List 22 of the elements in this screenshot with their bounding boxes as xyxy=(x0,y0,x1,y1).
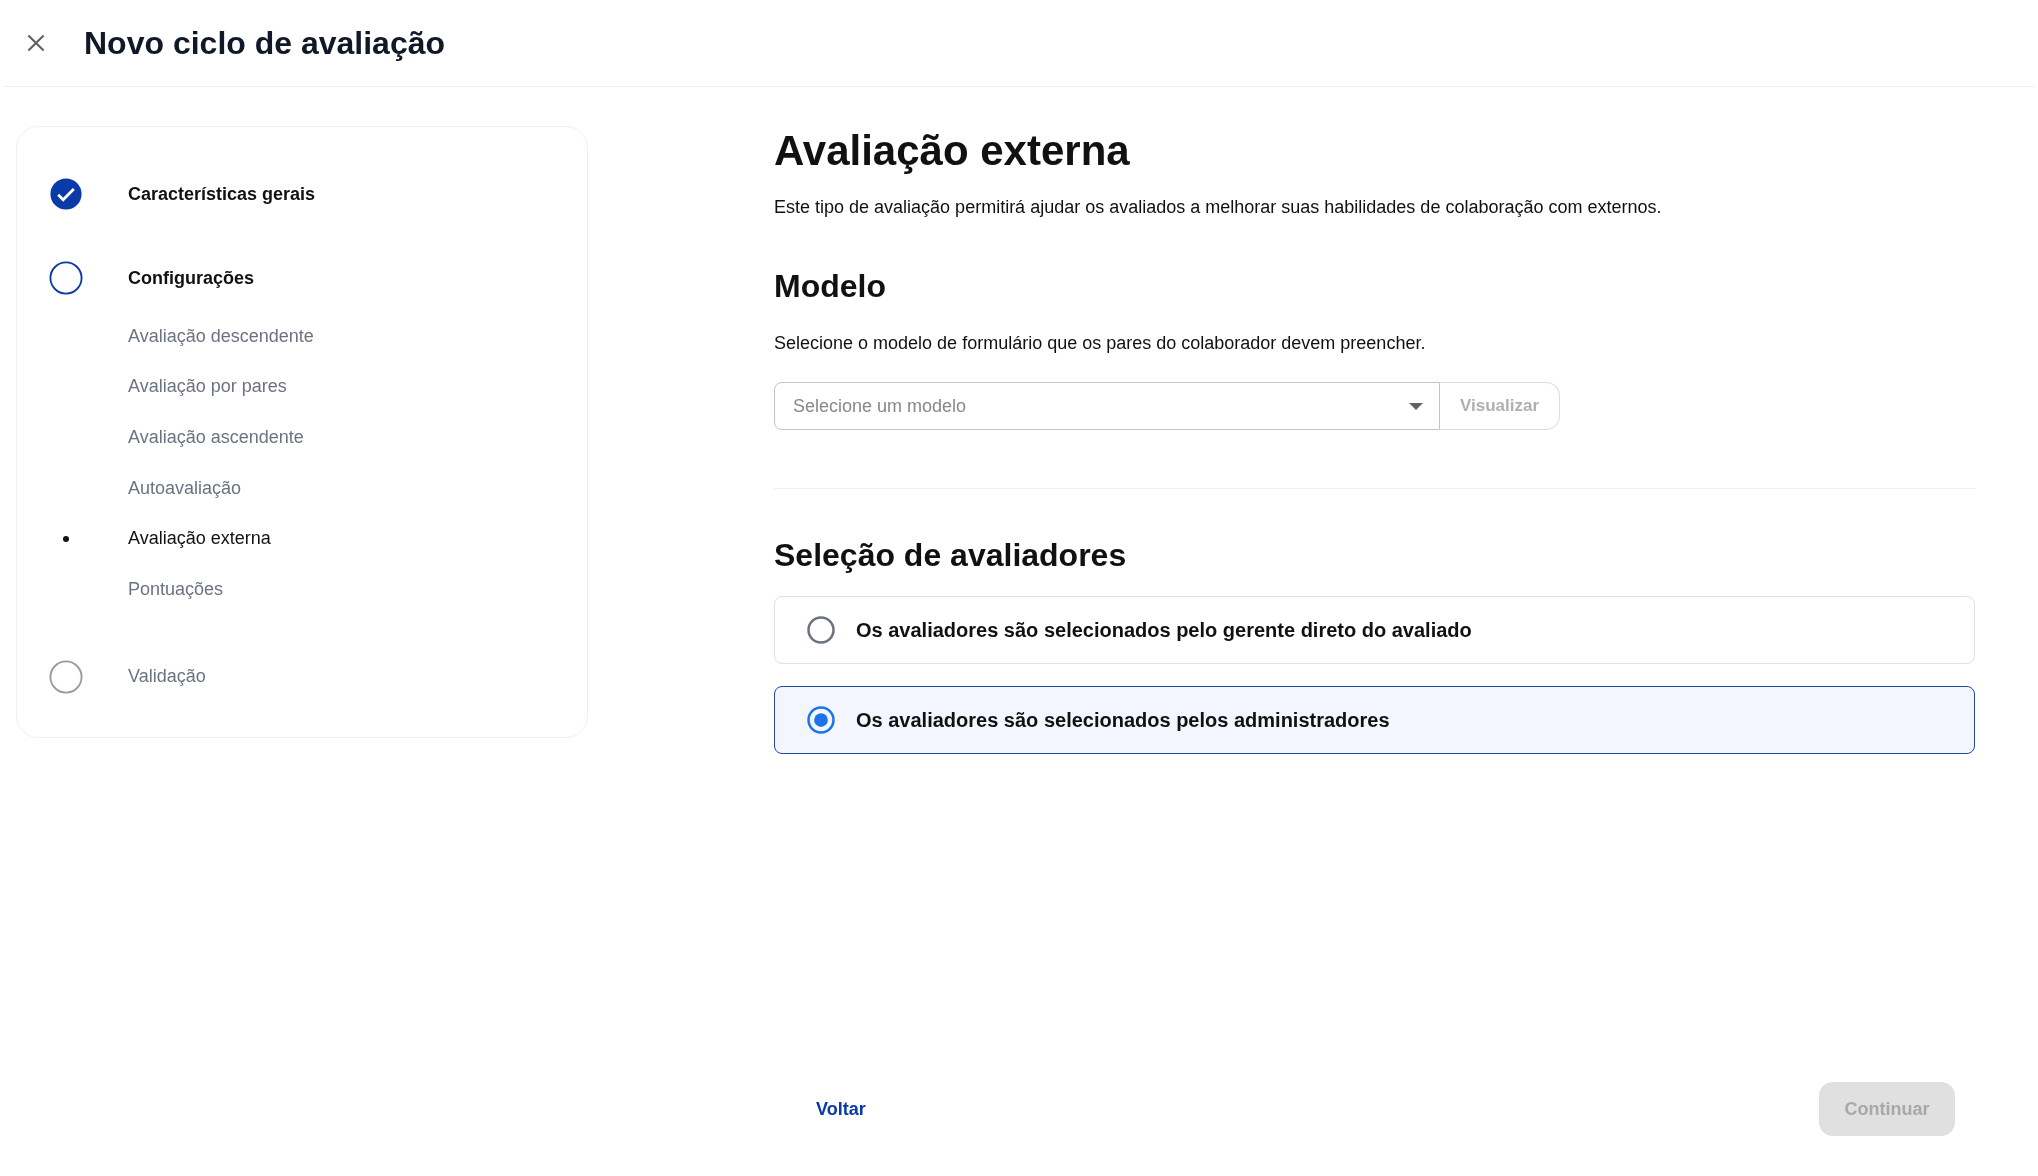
substep-link[interactable]: Avaliação descendente xyxy=(128,325,314,347)
radio-icon xyxy=(806,705,836,735)
substep-link[interactable]: Autoavaliação xyxy=(128,477,242,499)
substep-link[interactable]: Avaliação por pares xyxy=(128,376,287,398)
step-label[interactable]: Características gerais xyxy=(128,183,316,205)
section-title: Avaliação externa xyxy=(774,126,1131,175)
back-link[interactable]: Voltar xyxy=(816,1098,866,1120)
section-heading: Seleção de avaliadores xyxy=(774,537,1128,574)
substep-link[interactable]: Pontuações xyxy=(128,578,224,600)
step-label[interactable]: Validação xyxy=(128,666,206,688)
step-label[interactable]: Configurações xyxy=(128,267,255,289)
substep-link[interactable]: Avaliação ascendente xyxy=(128,427,304,448)
model-dropdown[interactable]: Selecione um modelo xyxy=(774,382,1440,430)
radio-option[interactable]: Os avaliadores são selecionados pelo gerente direto do avaliado xyxy=(774,596,1975,664)
substep-link[interactable]: Avaliação externa xyxy=(128,528,271,550)
radio-option[interactable]: Os avaliadores são selecionados pelos administradores xyxy=(774,686,1975,754)
description-text: Selecione o modelo de formulário que os pares do colaborador devem preencher. xyxy=(774,333,1427,354)
caret-icon xyxy=(1409,402,1423,410)
section-heading: Modelo xyxy=(774,268,887,305)
radio-icon xyxy=(806,615,836,645)
page-title: Novo ciclo de avaliação xyxy=(84,24,446,62)
description-text: Este tipo de avaliação permitirá ajudar os avaliados a melhorar suas habilidades de colaboração com externos. xyxy=(774,197,1663,218)
